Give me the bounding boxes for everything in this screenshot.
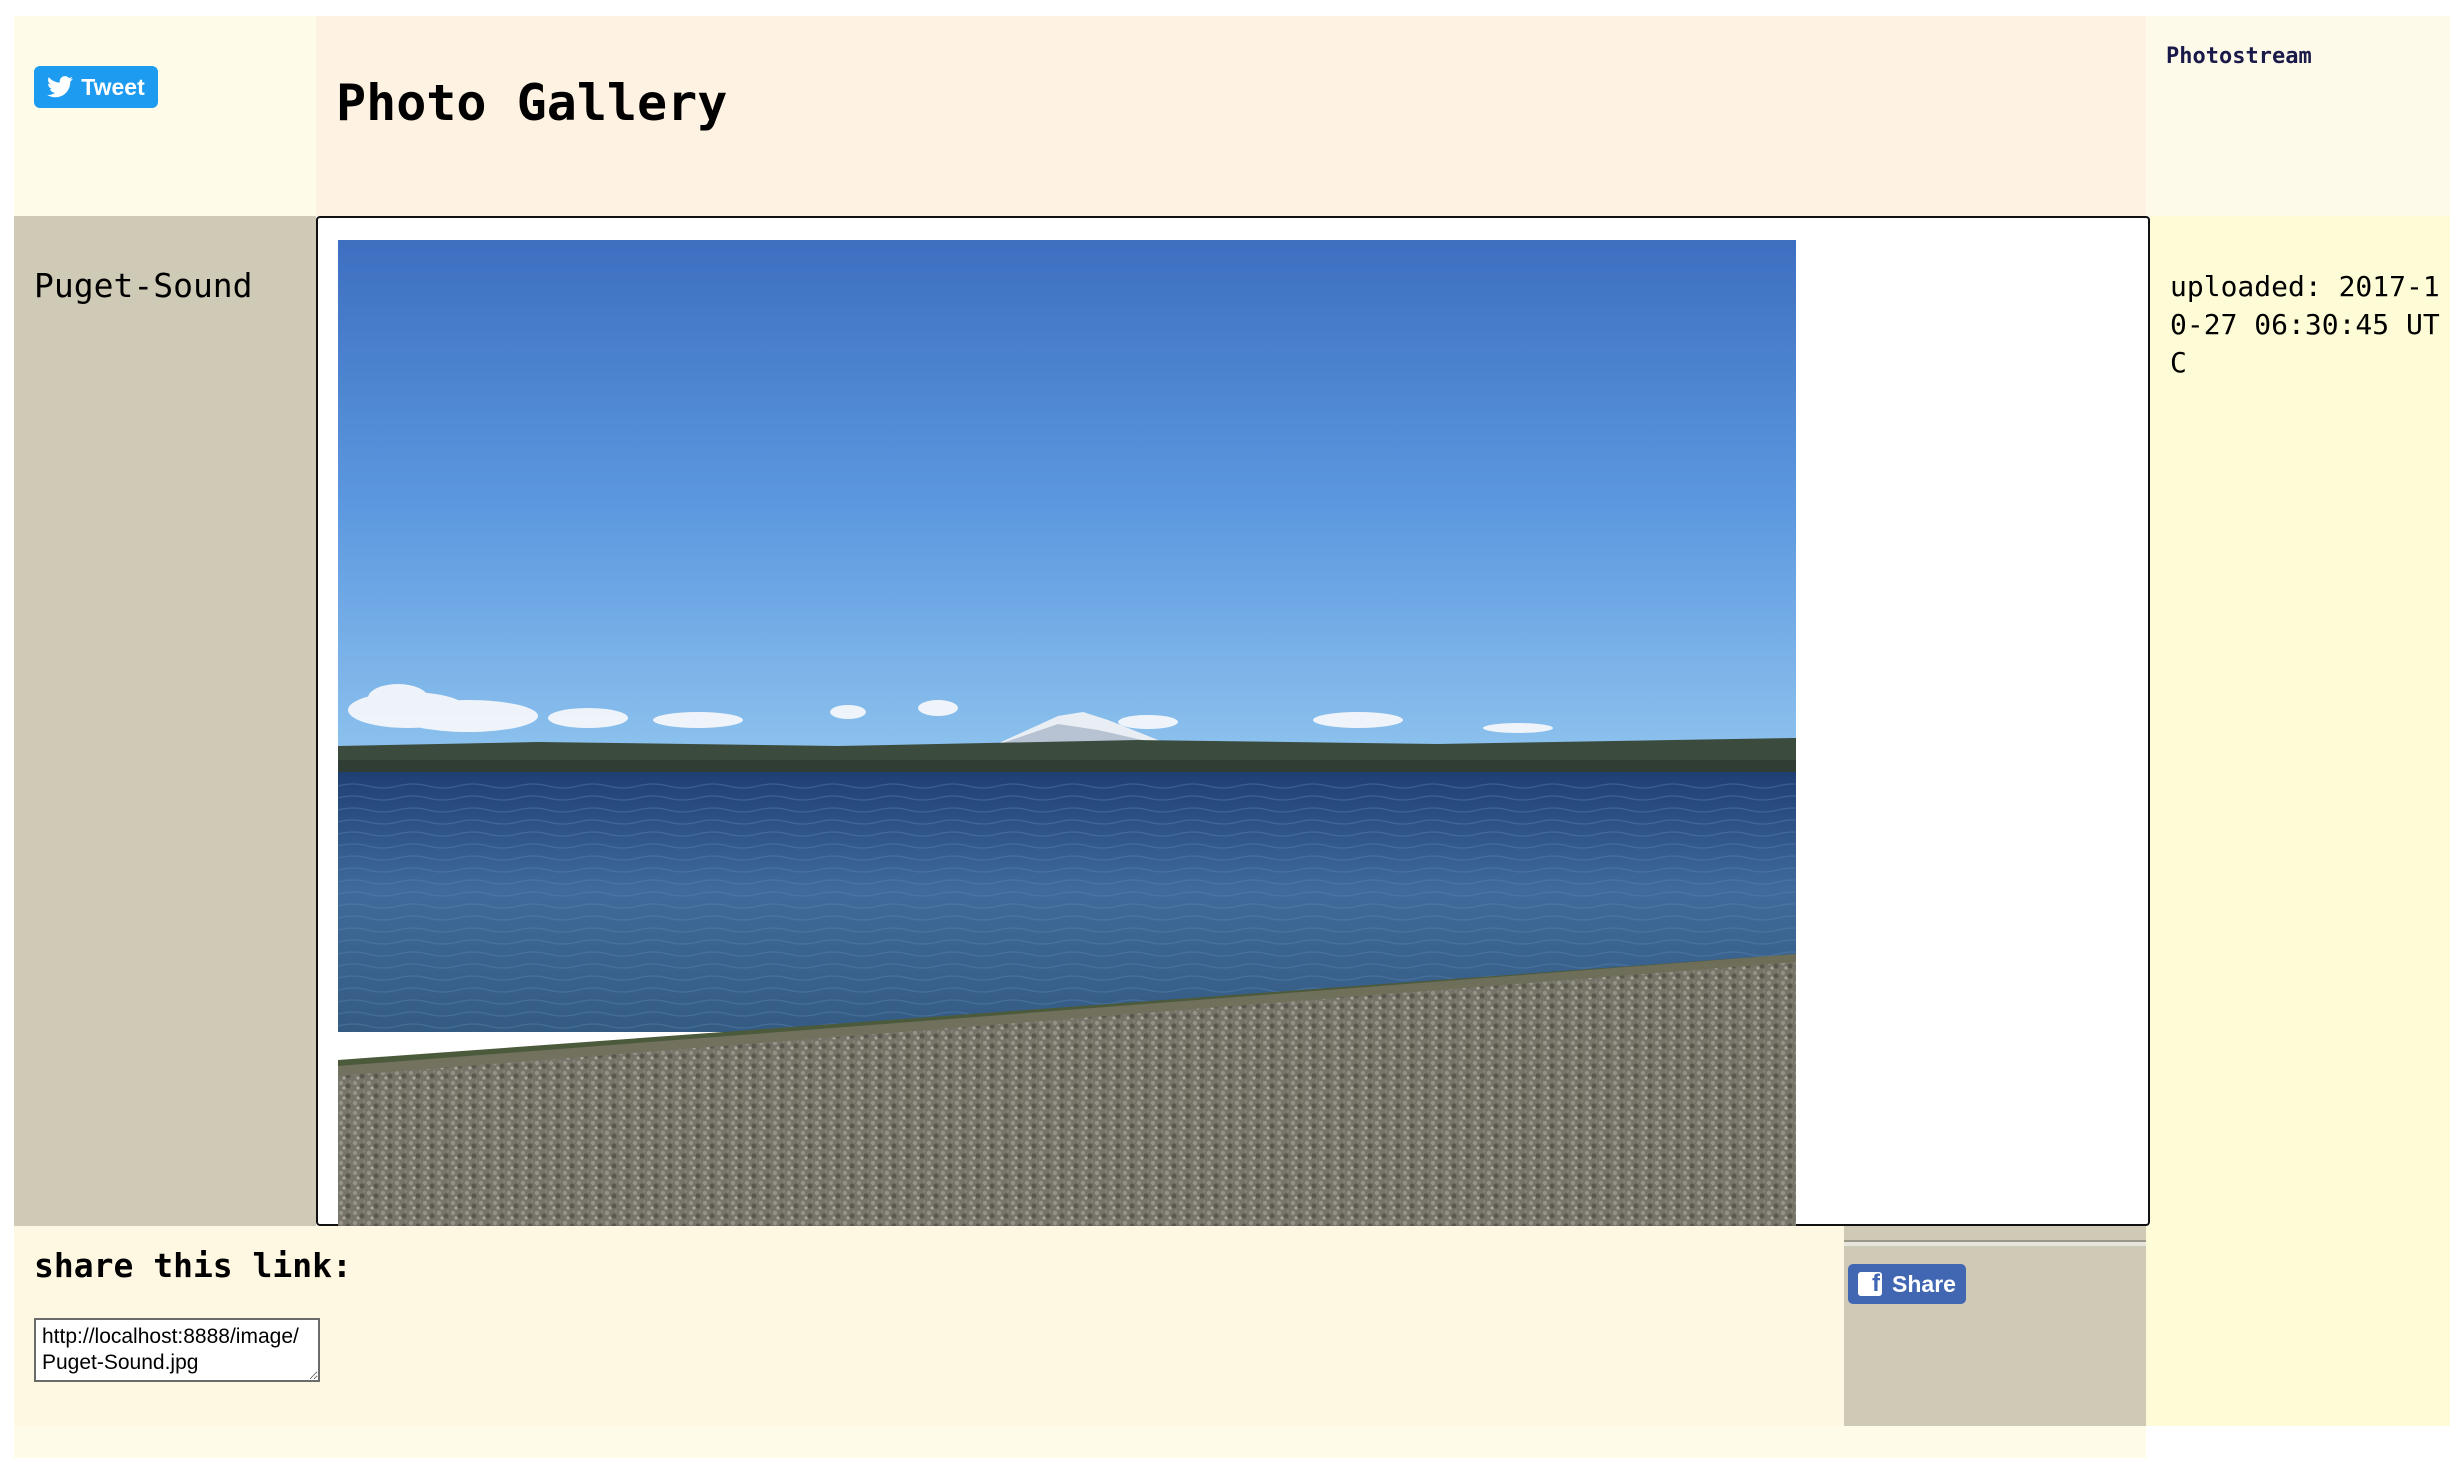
photostream-link[interactable]: Photostream bbox=[2166, 44, 2312, 69]
image-name: Puget-Sound bbox=[34, 266, 253, 305]
puget-sound-image bbox=[338, 240, 1796, 1226]
facebook-share-label: Share bbox=[1892, 1270, 1956, 1297]
footer bbox=[14, 1426, 2146, 1458]
facebook-share-button[interactable]: f Share bbox=[1848, 1264, 1966, 1304]
upload-timestamp: uploaded: 2017-10-27 06:30:45 UTC bbox=[2170, 270, 2440, 379]
facebook-cell: f Share bbox=[1844, 1226, 2146, 1426]
twitter-bird-icon bbox=[47, 76, 74, 98]
right-sidebar: uploaded: 2017-10-27 06:30:45 UTC bbox=[2150, 216, 2450, 1226]
page-title: Photo Gallery bbox=[336, 74, 728, 132]
tweet-button[interactable]: Tweet bbox=[34, 66, 158, 108]
share-label: share this link: bbox=[34, 1246, 352, 1285]
header: Photo Gallery bbox=[316, 16, 2146, 216]
bottom-right-cell bbox=[2146, 1226, 2450, 1426]
left-sidebar: Puget-Sound bbox=[14, 216, 316, 1226]
tweet-cell: Tweet bbox=[14, 16, 316, 216]
nav-cell: Photostream bbox=[2146, 16, 2450, 216]
share-link-field[interactable]: http://localhost:8888/image/Puget-Sound.… bbox=[34, 1318, 320, 1382]
divider bbox=[1844, 1240, 2146, 1246]
share-section: share this link: http://localhost:8888/i… bbox=[14, 1226, 1844, 1426]
tweet-label: Tweet bbox=[81, 73, 145, 100]
photo bbox=[338, 240, 1796, 1226]
facebook-icon: f bbox=[1858, 1272, 1883, 1296]
photo-frame bbox=[316, 216, 2150, 1226]
